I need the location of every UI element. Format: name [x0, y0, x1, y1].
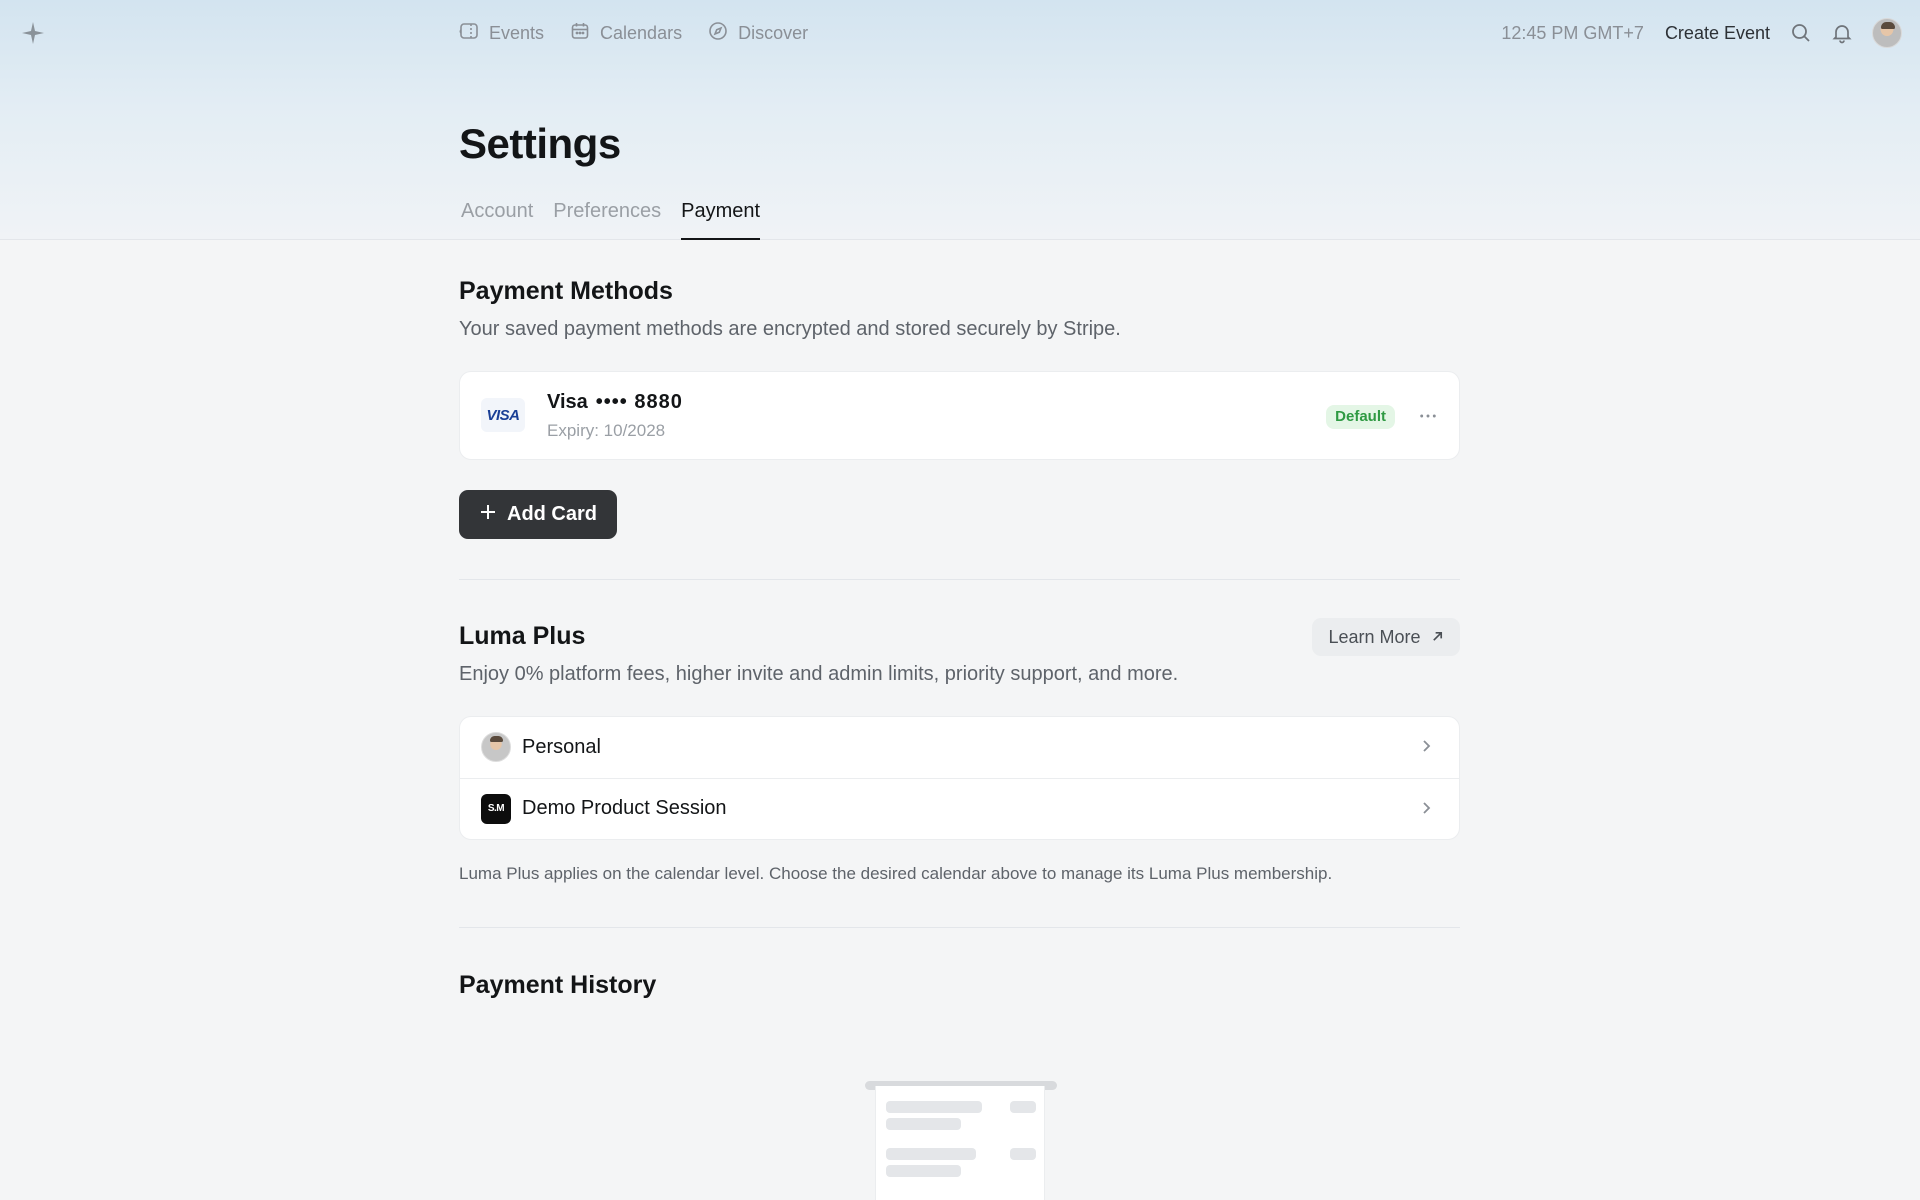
- calendar-row-personal[interactable]: Personal: [460, 717, 1459, 777]
- receipt-line: [886, 1165, 961, 1177]
- section-divider: [459, 927, 1460, 928]
- payment-history-title: Payment History: [459, 971, 657, 999]
- card-brand: Visa: [547, 391, 588, 413]
- section-divider: [459, 579, 1460, 580]
- calendar-row-demo-product-session[interactable]: S.M Demo Product Session: [460, 778, 1459, 838]
- bell-icon[interactable]: [1831, 22, 1853, 44]
- add-card-button[interactable]: Add Card: [459, 490, 617, 539]
- page-title: Settings: [459, 120, 621, 167]
- card-title: Visa •••• 8880: [547, 391, 683, 414]
- current-time: 12:45 PM GMT+7: [1501, 22, 1644, 43]
- plus-icon: [479, 503, 497, 527]
- calendar-row-label: Demo Product Session: [522, 797, 727, 819]
- learn-more-button[interactable]: Learn More: [1312, 618, 1460, 656]
- more-options-icon[interactable]: [1415, 403, 1441, 429]
- luma-plus-description: Enjoy 0% platform fees, higher invite an…: [459, 663, 1179, 685]
- nav-events-label: Events: [489, 22, 545, 43]
- nav-calendars[interactable]: Calendars: [570, 21, 682, 46]
- calendar-list: Personal S.M Demo Product Session: [459, 716, 1460, 840]
- search-icon[interactable]: [1790, 22, 1812, 44]
- receipt-line: [1010, 1101, 1036, 1113]
- create-event-button[interactable]: Create Event: [1665, 23, 1770, 44]
- card-masked-number: •••• 8880: [595, 391, 683, 413]
- luma-plus-note: Luma Plus applies on the calendar level.…: [459, 864, 1333, 883]
- external-arrow-icon: [1431, 627, 1444, 648]
- saved-card: VISA Visa •••• 8880 Expiry: 10/2028 Defau…: [459, 371, 1460, 460]
- add-card-label: Add Card: [507, 503, 597, 525]
- chevron-right-icon: [1417, 799, 1435, 817]
- calendar-logo: S.M: [481, 793, 511, 824]
- receipt-line: [886, 1118, 961, 1130]
- chevron-right-icon: [1417, 737, 1435, 755]
- tab-preferences[interactable]: Preferences: [553, 196, 661, 240]
- learn-more-label: Learn More: [1328, 626, 1421, 647]
- receipt-line: [886, 1148, 976, 1160]
- receipt-line: [1010, 1148, 1036, 1160]
- main-nav: Events Calendars Discover: [459, 0, 808, 66]
- personal-avatar: [481, 732, 511, 762]
- calendar-icon: [570, 21, 590, 46]
- settings-tabs: Account Preferences Payment: [461, 196, 761, 240]
- card-expiry: Expiry: 10/2028: [547, 421, 666, 440]
- compass-icon: [708, 21, 728, 46]
- nav-discover[interactable]: Discover: [708, 21, 808, 46]
- visa-logo-icon: VISA: [481, 398, 525, 432]
- nav-calendars-label: Calendars: [600, 22, 683, 43]
- calendar-row-label: Personal: [522, 735, 601, 758]
- nav-discover-label: Discover: [738, 22, 809, 43]
- payment-methods-description: Your saved payment methods are encrypted…: [459, 318, 1121, 340]
- default-badge: Default: [1326, 405, 1395, 429]
- receipt-illustration: [875, 1086, 1045, 1200]
- receipt-line: [886, 1101, 982, 1113]
- top-header: Events Calendars Discover 12:45 PM GMT+7…: [0, 0, 1920, 66]
- ticket-icon: [459, 21, 479, 46]
- nav-events[interactable]: Events: [459, 21, 544, 46]
- luma-plus-title: Luma Plus: [459, 622, 586, 650]
- tab-account[interactable]: Account: [461, 196, 533, 240]
- header-actions: 12:45 PM GMT+7 Create Event: [1501, 0, 1902, 66]
- payment-methods-title: Payment Methods: [459, 277, 673, 305]
- luma-logo-icon[interactable]: [20, 20, 46, 46]
- tab-payment[interactable]: Payment: [681, 196, 761, 240]
- user-avatar[interactable]: [1872, 18, 1902, 48]
